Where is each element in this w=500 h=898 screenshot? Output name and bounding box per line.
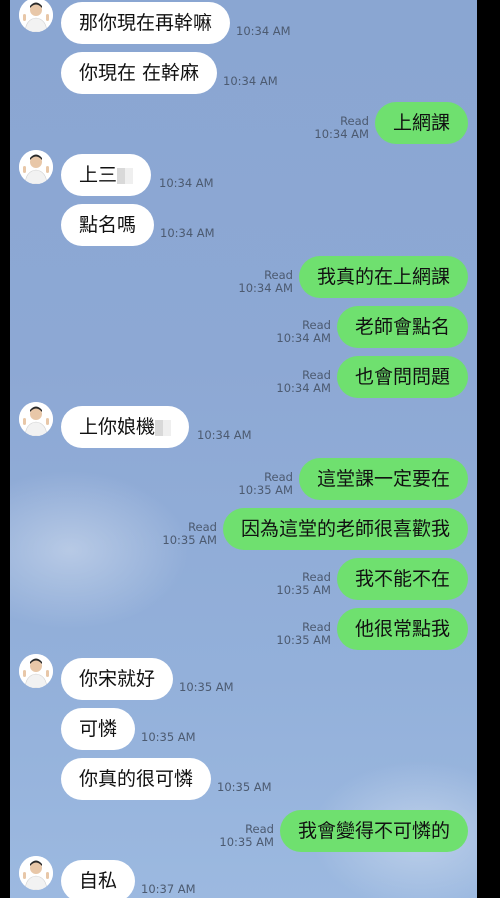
contact-avatar[interactable] — [19, 402, 53, 436]
incoming-message-bubble[interactable]: 點名嗎 — [61, 204, 155, 246]
outgoing-message-row: 我真的在上網課 Read 10:34 AM — [10, 254, 477, 298]
message-text: 我不能不在 — [354, 568, 450, 590]
message-text: 上網課 — [392, 112, 450, 134]
redaction-mosaic — [117, 167, 134, 184]
message-text: 因為這堂的老師很喜歡我 — [240, 518, 450, 540]
incoming-message-row: 那你現在再幹嘛 10:34 AM — [10, 0, 477, 44]
chat-panel: 那你現在再幹嘛 10:34 AM 你現在 在幹麻 10:34 AM 上網課 Read 10:… — [10, 0, 477, 898]
incoming-message-row: 上三 10:34 AM — [10, 150, 477, 196]
outgoing-message-row: 這堂課一定要在 Read 10:35 AM — [10, 456, 477, 500]
message-timestamp: 10:35 AM — [219, 835, 274, 849]
message-timestamp: 10:37 AM — [141, 882, 196, 896]
message-read-receipt: Read 10:35 AM — [219, 823, 274, 849]
message-text: 你宋就好 — [79, 668, 156, 690]
contact-avatar[interactable] — [19, 856, 53, 890]
message-timestamp: 10:34 AM — [276, 331, 331, 345]
message-text: 我會變得不可憐的 — [297, 820, 450, 842]
message-read-receipt: Read 10:34 AM — [276, 369, 331, 395]
outgoing-message-row: 我不能不在 Read 10:35 AM — [10, 556, 477, 600]
message-read-receipt: Read 10:34 AM — [314, 115, 369, 141]
message-read-receipt: Read 10:35 AM — [276, 571, 331, 597]
outgoing-message-bubble[interactable]: 這堂課一定要在 — [298, 458, 468, 500]
message-text: 上三 — [79, 164, 118, 186]
message-timestamp: 10:35 AM — [276, 583, 331, 597]
contact-avatar[interactable] — [19, 0, 53, 32]
message-timestamp: 10:35 AM — [141, 730, 196, 744]
outgoing-message-row: 也會問問題 Read 10:34 AM — [10, 354, 477, 398]
message-text: 點名嗎 — [79, 214, 137, 236]
incoming-message-row: 你真的很可憐 10:35 AM — [10, 756, 477, 800]
message-timestamp: 10:35 AM — [217, 780, 272, 794]
outgoing-message-row: 上網課 Read 10:34 AM — [10, 100, 477, 144]
message-read-receipt: Read 10:34 AM — [238, 269, 293, 295]
message-timestamp: 10:34 AM — [159, 176, 214, 190]
incoming-message-bubble[interactable]: 可憐 — [61, 708, 136, 750]
incoming-message-row: 你宋就好 10:35 AM — [10, 654, 477, 700]
message-timestamp: 10:34 AM — [160, 226, 215, 240]
message-text: 自私 — [79, 870, 118, 892]
message-read-receipt: Read 10:34 AM — [276, 319, 331, 345]
message-read-receipt: Read 10:35 AM — [162, 521, 217, 547]
incoming-message-bubble[interactable]: 那你現在再幹嘛 — [61, 2, 231, 44]
message-text: 你現在 在幹麻 — [79, 62, 200, 84]
incoming-message-bubble[interactable]: 自私 — [61, 860, 136, 898]
outgoing-message-bubble[interactable]: 我真的在上網課 — [298, 256, 468, 298]
outgoing-message-bubble[interactable]: 我不能不在 — [336, 558, 468, 600]
outgoing-message-row: 老師會點名 Read 10:34 AM — [10, 304, 477, 348]
message-timestamp: 10:35 AM — [276, 633, 331, 647]
outgoing-message-row: 因為這堂的老師很喜歡我 Read 10:35 AM — [10, 506, 477, 550]
incoming-message-row: 你現在 在幹麻 10:34 AM — [10, 50, 477, 94]
incoming-message-bubble[interactable]: 上三 — [61, 154, 152, 196]
message-text: 你真的很可憐 — [79, 768, 194, 790]
message-timestamp: 10:34 AM — [238, 281, 293, 295]
message-text: 我真的在上網課 — [316, 266, 450, 288]
message-read-receipt: Read 10:35 AM — [238, 471, 293, 497]
outgoing-message-row: 他很常點我 Read 10:35 AM — [10, 606, 477, 650]
message-text: 那你現在再幹嘛 — [79, 12, 213, 34]
message-timestamp: 10:34 AM — [197, 428, 252, 442]
incoming-message-row: 上你娘機 10:34 AM — [10, 402, 477, 448]
incoming-message-bubble[interactable]: 上你娘機 — [61, 406, 190, 448]
message-read-receipt: Read 10:35 AM — [276, 621, 331, 647]
outgoing-message-row: 我會變得不可憐的 Read 10:35 AM — [10, 808, 477, 852]
message-timestamp: 10:34 AM — [314, 127, 369, 141]
redaction-mosaic — [155, 419, 172, 436]
message-timestamp: 10:35 AM — [238, 483, 293, 497]
contact-avatar[interactable] — [19, 654, 53, 688]
message-timestamp: 10:34 AM — [223, 74, 278, 88]
incoming-message-row: 點名嗎 10:34 AM — [10, 202, 477, 246]
message-text: 老師會點名 — [354, 316, 450, 338]
outgoing-message-bubble[interactable]: 也會問問題 — [336, 356, 468, 398]
message-text: 這堂課一定要在 — [316, 468, 450, 490]
message-text: 他很常點我 — [354, 618, 450, 640]
message-timestamp: 10:35 AM — [162, 533, 217, 547]
outgoing-message-bubble[interactable]: 他很常點我 — [336, 608, 468, 650]
message-text: 可憐 — [79, 718, 118, 740]
outgoing-message-bubble[interactable]: 老師會點名 — [336, 306, 468, 348]
message-text: 上你娘機 — [79, 416, 156, 438]
incoming-message-row: 自私 10:37 AM — [10, 856, 477, 898]
message-timestamp: 10:34 AM — [236, 24, 291, 38]
incoming-message-bubble[interactable]: 你現在 在幹麻 — [61, 52, 218, 94]
outgoing-message-bubble[interactable]: 上網課 — [374, 102, 468, 144]
incoming-message-bubble[interactable]: 你宋就好 — [61, 658, 174, 700]
message-timestamp: 10:34 AM — [276, 381, 331, 395]
message-timestamp: 10:35 AM — [179, 680, 234, 694]
outgoing-message-bubble[interactable]: 因為這堂的老師很喜歡我 — [222, 508, 468, 550]
incoming-message-bubble[interactable]: 你真的很可憐 — [61, 758, 212, 800]
incoming-message-row: 可憐 10:35 AM — [10, 706, 477, 750]
message-text: 也會問問題 — [354, 366, 450, 388]
contact-avatar[interactable] — [19, 150, 53, 184]
outgoing-message-bubble[interactable]: 我會變得不可憐的 — [279, 810, 468, 852]
